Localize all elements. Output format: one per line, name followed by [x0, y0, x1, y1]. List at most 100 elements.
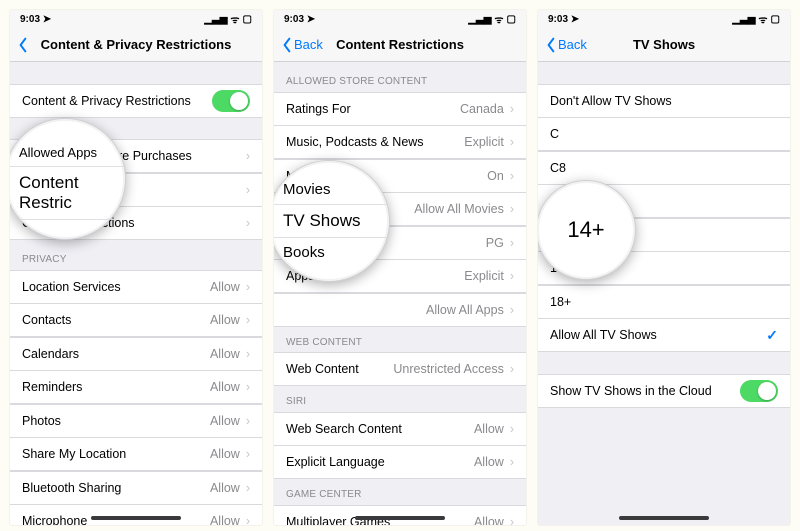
row-label: Calendars — [22, 347, 210, 361]
row-dont-allow[interactable]: Don't Allow TV Shows — [538, 84, 790, 118]
row-value: Allow — [210, 380, 240, 394]
chevron-right-icon: › — [510, 455, 514, 469]
row-value: Allow — [210, 347, 240, 361]
chevron-right-icon: › — [510, 202, 514, 216]
section-header-privacy: PRIVACY — [10, 240, 262, 270]
chevron-right-icon: › — [510, 515, 514, 526]
row-label: Photos — [22, 414, 210, 428]
home-indicator[interactable] — [619, 516, 709, 520]
row-value: Allow — [210, 414, 240, 428]
chevron-right-icon: › — [246, 183, 250, 197]
row-label: Allow All TV Shows — [550, 328, 766, 342]
chevron-right-icon: › — [510, 362, 514, 376]
toggle-switch[interactable] — [740, 380, 778, 402]
chevron-right-icon: › — [510, 269, 514, 283]
mag-line: 14+ — [553, 211, 618, 249]
row-show-cloud[interactable]: Show TV Shows in the Cloud — [538, 374, 790, 408]
checkmark-icon: ✓ — [766, 327, 778, 344]
row-value: Allow — [474, 422, 504, 436]
chevron-right-icon: › — [510, 169, 514, 183]
home-indicator[interactable] — [91, 516, 181, 520]
battery-icon: ▢ — [243, 14, 252, 25]
battery-icon: ▢ — [771, 14, 780, 25]
row-reminders[interactable]: RemindersAllow› — [10, 370, 262, 404]
section-header-gc: GAME CENTER — [274, 479, 526, 505]
row-value: Allow — [474, 455, 504, 469]
chevron-right-icon: › — [246, 514, 250, 525]
chevron-right-icon: › — [246, 481, 250, 495]
location-arrow-icon: ➤ — [43, 14, 51, 25]
location-arrow-icon: ➤ — [307, 14, 315, 25]
row-share-location[interactable]: Share My LocationAllow› — [10, 437, 262, 471]
section-header-siri: SIRI — [274, 386, 526, 412]
row-web-content[interactable]: Web ContentUnrestricted Access › — [274, 352, 526, 386]
nav-title: Content & Privacy Restrictions — [10, 37, 262, 52]
row-extra[interactable]: Allow All Apps› — [274, 293, 526, 327]
wifi-icon: ᯤ — [230, 12, 239, 26]
row-label: Explicit Language — [286, 455, 474, 469]
row-photos[interactable]: PhotosAllow› — [10, 404, 262, 438]
signal-icon: ▁▃▅ — [732, 14, 755, 25]
row-value: Canada — [460, 102, 504, 116]
row-value: Allow — [210, 514, 240, 525]
status-time: 9:03 ➤ — [548, 14, 579, 25]
chevron-right-icon: › — [246, 280, 250, 294]
row-explicit-lang[interactable]: Explicit LanguageAllow › — [274, 445, 526, 479]
chevron-right-icon: › — [510, 102, 514, 116]
row-value: Explicit — [464, 269, 504, 283]
row-rating-c8[interactable]: C8 — [538, 151, 790, 185]
row-contacts[interactable]: ContactsAllow› — [10, 303, 262, 337]
status-bar: 9:03 ➤ ▁▃▅ ᯤ ▢ — [274, 10, 526, 28]
scroll-area[interactable]: ALLOWED STORE CONTENT Ratings ForCanada ›… — [274, 62, 526, 525]
chevron-left-icon — [16, 37, 30, 53]
row-label: Contacts — [22, 313, 210, 327]
battery-icon: ▢ — [507, 14, 516, 25]
row-allow-all[interactable]: Allow All TV Shows✓ — [538, 318, 790, 352]
scroll-area[interactable]: Don't Allow TV Shows C C8 G PG 14+ 18+ A… — [538, 62, 790, 525]
mag-line: TV Shows — [274, 205, 389, 238]
row-value: Allow All Movies — [414, 202, 504, 216]
row-label: C — [550, 127, 778, 141]
section-header-store: ALLOWED STORE CONTENT — [274, 62, 526, 92]
status-time: 9:03 ➤ — [284, 14, 315, 25]
row-label: Content & Privacy Restrictions — [22, 94, 212, 108]
home-indicator[interactable] — [355, 516, 445, 520]
row-value: Unrestricted Access — [393, 362, 503, 376]
chevron-right-icon: › — [510, 135, 514, 149]
chevron-right-icon: › — [246, 380, 250, 394]
status-bar: 9:03 ➤ ▁▃▅ ᯤ ▢ — [538, 10, 790, 28]
row-rating-c[interactable]: C — [538, 117, 790, 151]
row-web-search[interactable]: Web Search ContentAllow› — [274, 412, 526, 446]
row-music-podcasts[interactable]: Music, Podcasts & NewsExplicit› — [274, 125, 526, 159]
screen-content-restrictions: 9:03 ➤ ▁▃▅ ᯤ ▢ Back Content Restrictions… — [274, 10, 526, 525]
row-microphone[interactable]: MicrophoneAllow› — [10, 504, 262, 525]
row-label: Web Content — [286, 362, 393, 376]
section-header-web: WEB CONTENT — [274, 327, 526, 353]
status-time: 9:03 ➤ — [20, 14, 51, 25]
row-multiplayer[interactable]: Multiplayer GamesAllow› — [274, 505, 526, 526]
location-arrow-icon: ➤ — [571, 14, 579, 25]
row-label: Show TV Shows in the Cloud — [550, 384, 740, 398]
nav-bar: Content & Privacy Restrictions — [10, 28, 262, 62]
back-button[interactable]: Back — [538, 37, 587, 53]
row-label: Ratings For — [286, 102, 460, 116]
back-button[interactable]: Back — [274, 37, 323, 53]
row-bluetooth-sharing[interactable]: Bluetooth SharingAllow› — [10, 471, 262, 505]
row-location-services[interactable]: Location ServicesAllow› — [10, 270, 262, 304]
row-label: Don't Allow TV Shows — [550, 94, 778, 108]
mag-line: Movies — [274, 175, 389, 205]
row-value: Allow All Apps — [426, 303, 504, 317]
row-label: C8 — [550, 161, 778, 175]
toggle-switch[interactable] — [212, 90, 250, 112]
chevron-right-icon: › — [246, 347, 250, 361]
row-toggle-restrictions[interactable]: Content & Privacy Restrictions — [10, 84, 262, 118]
row-ratings-for[interactable]: Ratings ForCanada › — [274, 92, 526, 126]
row-label: Web Search Content — [286, 422, 474, 436]
back-button[interactable] — [10, 37, 30, 53]
row-rating-18[interactable]: 18+ — [538, 285, 790, 319]
chevron-right-icon: › — [246, 447, 250, 461]
signal-icon: ▁▃▅ — [468, 14, 491, 25]
row-calendars[interactable]: CalendarsAllow › — [10, 337, 262, 371]
status-bar: 9:03 ➤ ▁▃▅ ᯤ ▢ — [10, 10, 262, 28]
row-value: Allow — [474, 515, 504, 526]
